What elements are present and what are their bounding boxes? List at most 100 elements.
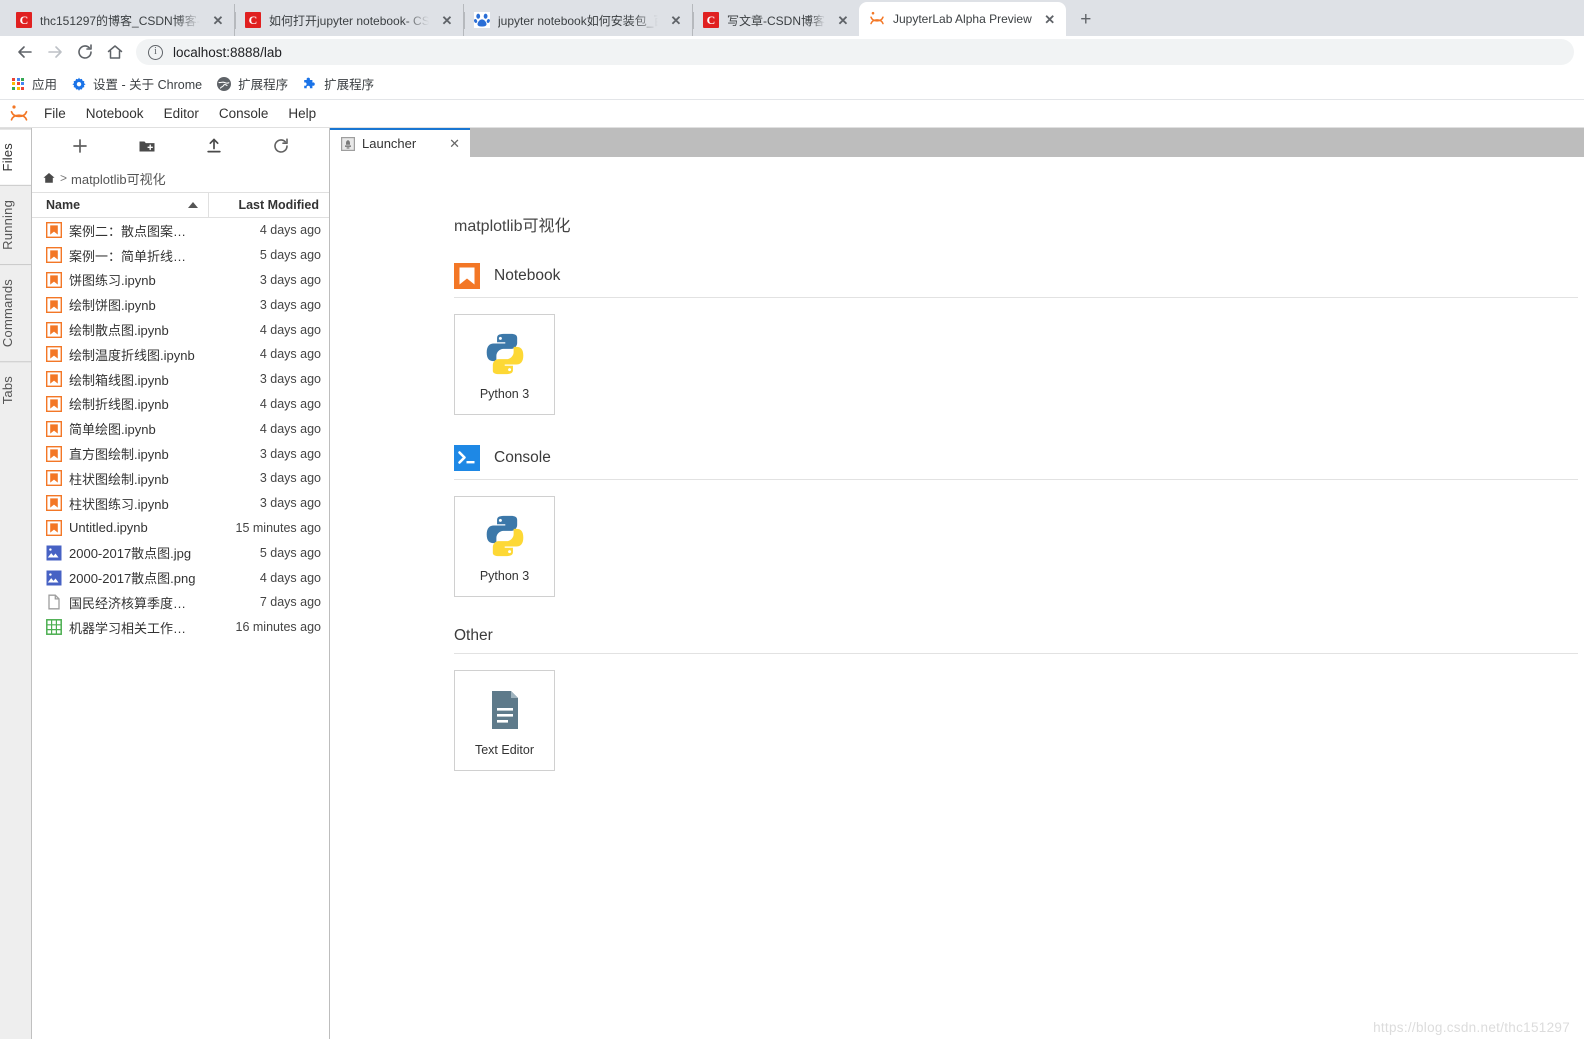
sidebar-item-running[interactable]: Running bbox=[0, 185, 31, 265]
globe-icon bbox=[216, 76, 232, 92]
notebook-file-icon bbox=[46, 470, 62, 487]
close-icon[interactable]: ✕ bbox=[1042, 11, 1058, 27]
plus-icon[interactable] bbox=[63, 132, 97, 160]
close-icon[interactable]: ✕ bbox=[668, 12, 684, 28]
browser-tab[interactable]: C 写文章-CSDN博客 ✕ bbox=[692, 4, 859, 36]
file-list-item[interactable]: 绘制散点图.ipynb 4 days ago bbox=[32, 317, 329, 342]
browser-toolbar: i localhost:8888/lab bbox=[0, 36, 1584, 68]
new-tab-button[interactable]: + bbox=[1072, 6, 1100, 34]
browser-tab-title: 写文章-CSDN博客 bbox=[727, 13, 825, 28]
file-list-item[interactable]: 柱状图练习.ipynb 3 days ago bbox=[32, 491, 329, 516]
file-list-item[interactable]: 案例一：简单折线图案… 5 days ago bbox=[32, 243, 329, 268]
file-name-cell: 国民经济核算季度数据… bbox=[32, 593, 199, 612]
column-header-modified[interactable]: Last Modified bbox=[209, 198, 329, 212]
menu-editor[interactable]: Editor bbox=[154, 102, 209, 126]
bookmark-extensions-1[interactable]: 扩展程序 bbox=[216, 74, 288, 93]
file-modified-label: 4 days ago bbox=[259, 396, 321, 411]
file-list-item[interactable]: 绘制温度折线图.ipynb 4 days ago bbox=[32, 342, 329, 367]
generic-file-icon bbox=[48, 594, 60, 610]
file-list-item[interactable]: Untitled.ipynb 15 minutes ago bbox=[32, 516, 329, 541]
notebook-file-icon bbox=[46, 271, 62, 288]
bookmarks-bar: 应用 设置 - 关于 Chrome 扩展程序 扩展程序 bbox=[0, 68, 1584, 100]
file-list-item[interactable]: 简单绘图.ipynb 4 days ago bbox=[32, 416, 329, 441]
close-icon[interactable]: ✕ bbox=[439, 12, 455, 28]
close-icon[interactable]: ✕ bbox=[835, 12, 851, 28]
browser-tab[interactable]: C 如何打开jupyter notebook- CSD ✕ bbox=[234, 4, 463, 36]
file-list-item[interactable]: 绘制饼图.ipynb 3 days ago bbox=[32, 292, 329, 317]
launcher-section-label: Console bbox=[494, 449, 551, 466]
file-name-cell: 机器学习相关工作岗位… bbox=[32, 618, 199, 637]
file-list-header: Name Last Modified bbox=[32, 192, 329, 218]
sidebar-item-commands[interactable]: Commands bbox=[0, 264, 31, 362]
close-icon[interactable]: ✕ bbox=[210, 12, 226, 28]
spreadsheet-file-icon bbox=[46, 619, 62, 636]
refresh-icon[interactable] bbox=[264, 132, 298, 160]
bookmark-apps[interactable]: 应用 bbox=[10, 74, 57, 93]
new-folder-icon[interactable] bbox=[130, 132, 164, 160]
breadcrumb-path[interactable]: matplotlib可视化 bbox=[71, 169, 166, 188]
file-list-item[interactable]: 直方图绘制.ipynb 3 days ago bbox=[32, 441, 329, 466]
launcher-card-label: Text Editor bbox=[474, 743, 535, 757]
launcher-icon bbox=[341, 136, 355, 151]
file-list-item[interactable]: 饼图练习.ipynb 3 days ago bbox=[32, 268, 329, 293]
sidebar-item-tabs[interactable]: Tabs bbox=[0, 361, 31, 419]
file-name-label: Untitled.ipynb bbox=[69, 520, 148, 536]
close-icon[interactable]: ✕ bbox=[425, 137, 460, 150]
launcher-other-cards: Text Editor bbox=[454, 670, 1584, 771]
file-name-label: 国民经济核算季度数据… bbox=[69, 595, 199, 611]
bookmark-extensions-2[interactable]: 扩展程序 bbox=[302, 74, 374, 93]
home-button[interactable] bbox=[100, 38, 130, 66]
file-name-cell: 案例二：散点图案例.ip… bbox=[32, 221, 199, 240]
column-header-name-label: Name bbox=[46, 198, 81, 212]
sidebar-item-files[interactable]: Files bbox=[0, 128, 31, 186]
file-name-cell: 绘制饼图.ipynb bbox=[32, 295, 199, 314]
menu-console[interactable]: Console bbox=[209, 102, 279, 126]
file-list-item[interactable]: 机器学习相关工作岗位… 16 minutes ago bbox=[32, 615, 329, 640]
menu-help[interactable]: Help bbox=[278, 102, 326, 126]
python-icon bbox=[479, 328, 531, 380]
bookmark-settings[interactable]: 设置 - 关于 Chrome bbox=[71, 74, 202, 93]
menu-notebook[interactable]: Notebook bbox=[76, 102, 154, 126]
file-list-item[interactable]: 2000-2017散点图.jpg 5 days ago bbox=[32, 540, 329, 565]
baidu-icon bbox=[474, 12, 490, 28]
file-list-item[interactable]: 2000-2017散点图.png 4 days ago bbox=[32, 565, 329, 590]
file-browser-panel: > matplotlib可视化 Name Last Modified 案例二：散… bbox=[32, 128, 330, 1039]
browser-tab[interactable]: jupyter notebook如何安装包_百 ✕ bbox=[463, 4, 692, 36]
python-icon bbox=[479, 510, 531, 562]
jupyter-body: Files Running Commands Tabs > matplotlib… bbox=[0, 128, 1584, 1039]
file-name-cell: 绘制温度折线图.ipynb bbox=[32, 345, 199, 364]
site-info-icon[interactable]: i bbox=[148, 44, 163, 60]
csdn-icon: C bbox=[703, 12, 719, 28]
file-name-cell: 饼图练习.ipynb bbox=[32, 270, 199, 289]
reload-button[interactable] bbox=[70, 38, 100, 66]
address-bar[interactable]: i localhost:8888/lab bbox=[136, 39, 1574, 65]
forward-button[interactable] bbox=[40, 38, 70, 66]
notebook-file-icon bbox=[46, 346, 62, 363]
notebook-file-icon bbox=[46, 395, 62, 412]
launcher-card-notebook-python3[interactable]: Python 3 bbox=[454, 314, 555, 415]
browser-tab[interactable]: C thc151297的博客_CSDN博客-网 ✕ bbox=[6, 4, 234, 36]
tab-launcher[interactable]: Launcher ✕ bbox=[330, 128, 470, 157]
file-list-item[interactable]: 绘制折线图.ipynb 4 days ago bbox=[32, 392, 329, 417]
launcher-section-notebook-header: Notebook bbox=[454, 263, 1584, 289]
back-button[interactable] bbox=[10, 38, 40, 66]
file-modified-label: 4 days ago bbox=[259, 223, 321, 238]
gear-icon bbox=[71, 76, 87, 92]
notebook-file-icon bbox=[46, 296, 62, 313]
home-icon[interactable] bbox=[42, 171, 56, 185]
file-list-item[interactable]: 案例二：散点图案例.ip… 4 days ago bbox=[32, 218, 329, 243]
file-list-item[interactable]: 柱状图绘制.ipynb 3 days ago bbox=[32, 466, 329, 491]
dock-tab-bar: Launcher ✕ bbox=[330, 128, 1584, 157]
file-list-item[interactable]: 国民经济核算季度数据… 7 days ago bbox=[32, 590, 329, 615]
launcher-notebook-cards: Python 3 bbox=[454, 314, 1584, 415]
menu-file[interactable]: File bbox=[34, 102, 76, 126]
file-list-item[interactable]: 绘制箱线图.ipynb 3 days ago bbox=[32, 367, 329, 392]
column-header-name[interactable]: Name bbox=[32, 193, 209, 217]
upload-icon[interactable] bbox=[197, 132, 231, 160]
file-name-cell: 绘制散点图.ipynb bbox=[32, 320, 199, 339]
launcher-card-console-python3[interactable]: Python 3 bbox=[454, 496, 555, 597]
file-name-label: 柱状图绘制.ipynb bbox=[69, 471, 169, 487]
launcher-console-cards: Python 3 bbox=[454, 496, 1584, 597]
browser-tab-active[interactable]: JupyterLab Alpha Preview ✕ bbox=[859, 2, 1066, 36]
launcher-card-text-editor[interactable]: Text Editor bbox=[454, 670, 555, 771]
